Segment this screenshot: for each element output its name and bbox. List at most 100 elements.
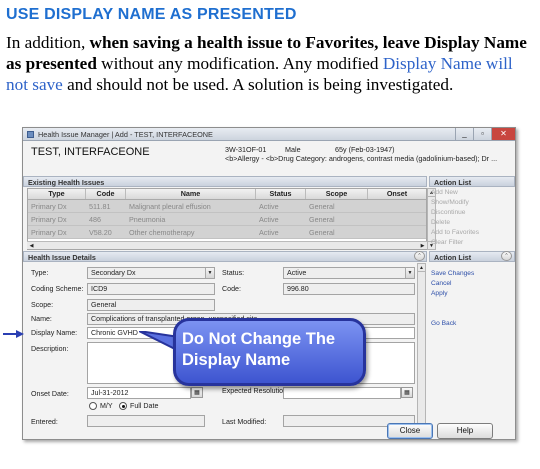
scroll-up-icon[interactable]: ▲ — [418, 264, 425, 272]
action-add-new[interactable]: Add New — [431, 188, 511, 198]
full-date-label: Full Date — [130, 402, 159, 410]
table-row[interactable]: Primary Dx 486 Pneumonia Active General — [28, 213, 426, 226]
description-label: Description: — [31, 345, 69, 353]
cell-status: Active — [259, 215, 279, 224]
coding-scheme-label: Coding Scheme: — [31, 285, 84, 293]
full-date-radio[interactable] — [119, 402, 127, 410]
chevron-down-icon: ▼ — [205, 268, 214, 278]
page-heading: USE DISPLAY NAME AS PRESENTED — [6, 6, 297, 23]
cell-scope: General — [309, 202, 335, 211]
my-radio-label: M/Y — [100, 402, 113, 410]
window-titlebar: Health Issue Manager | Add - TEST, INTER… — [23, 128, 515, 141]
close-window-button[interactable]: ✕ — [491, 128, 515, 140]
cell-name: Malignant pleural effusion — [129, 202, 211, 211]
action-discontinue[interactable]: Discontinue — [431, 208, 511, 218]
cancel-link[interactable]: Cancel — [431, 279, 511, 289]
col-type[interactable]: Type — [28, 189, 86, 199]
my-radio[interactable] — [89, 402, 97, 410]
cell-code: 511.81 — [89, 202, 111, 211]
cell-scope: General — [309, 215, 335, 224]
grid-horizontal-scrollbar[interactable]: ◀ ▶ — [27, 241, 427, 249]
para-text-1: In addition, — [6, 33, 90, 52]
save-changes-link[interactable]: Save Changes — [431, 269, 511, 279]
col-status[interactable]: Status — [256, 189, 306, 199]
cell-scope: General — [309, 228, 335, 237]
collapse-icon[interactable]: ⌃ — [501, 251, 512, 261]
app-icon — [27, 131, 34, 138]
go-back-link[interactable]: Go Back — [431, 319, 511, 329]
arrow-right-icon — [3, 330, 24, 338]
col-code[interactable]: Code — [86, 189, 126, 199]
scope-field: General — [87, 299, 215, 311]
scroll-right-icon[interactable]: ▶ — [418, 242, 427, 250]
allergy-banner: <b>Allergy - <b>Drug Category: androgens… — [225, 154, 498, 163]
action-delete[interactable]: Delete — [431, 218, 511, 228]
cell-type: Primary Dx — [31, 202, 67, 211]
details-header: Health Issue Details — [23, 251, 427, 262]
callout-line-2: Display Name — [182, 351, 291, 369]
details-title: Health Issue Details — [28, 253, 96, 262]
scope-label: Scope: — [31, 301, 54, 309]
expected-resolution-input[interactable] — [283, 387, 401, 399]
para-text-2: without any modification. Any modified — [96, 54, 383, 73]
type-value: Secondary Dx — [91, 269, 136, 277]
patient-name: TEST, INTERFACEONE — [31, 146, 150, 158]
table-row[interactable]: Primary Dx 511.81 Malignant pleural effu… — [28, 200, 426, 213]
table-row[interactable]: Primary Dx V58.20 Other chemotherapy Act… — [28, 226, 426, 239]
display-name-label: Display Name: — [31, 329, 78, 337]
name-label: Name: — [31, 315, 52, 323]
window-title: Health Issue Manager | Add - TEST, INTER… — [38, 130, 213, 139]
col-name[interactable]: Name — [126, 189, 256, 199]
type-select[interactable]: Secondary Dx ▼ — [87, 267, 215, 279]
minimize-button[interactable]: _ — [455, 128, 473, 140]
apply-link[interactable]: Apply — [431, 289, 511, 299]
status-label: Status: — [222, 269, 245, 277]
onset-date-input[interactable]: Jul-31-2012 — [87, 387, 191, 399]
action-show-modify[interactable]: Show/Modify — [431, 198, 511, 208]
coding-scheme-field: ICD9 — [87, 283, 215, 295]
status-select[interactable]: Active ▼ — [283, 267, 415, 279]
callout-text: Do Not Change The Display Name — [182, 329, 358, 371]
code-field: 996.80 — [283, 283, 415, 295]
expected-resolution-label: Expected Resolution: — [222, 387, 290, 395]
details-scrollbar[interactable]: ▲ ▼ — [417, 263, 426, 433]
col-onset[interactable]: Onset — [368, 189, 426, 199]
entered-label: Entered: — [31, 418, 58, 426]
chevron-down-icon: ▼ — [405, 268, 414, 278]
cell-type: Primary Dx — [31, 215, 67, 224]
patient-id: 3W-31OF-01 — [225, 145, 267, 154]
cell-type: Primary Dx — [31, 228, 67, 237]
action-list-top: Add New Show/Modify Discontinue Delete A… — [431, 188, 511, 248]
cell-code: V58.20 — [89, 228, 112, 237]
para-text-3: and should not be used. A solution is be… — [62, 75, 454, 94]
cell-status: Active — [259, 228, 279, 237]
col-scope[interactable]: Scope — [306, 189, 368, 199]
code-label: Code: — [222, 285, 241, 293]
calendar-icon[interactable]: ▦ — [401, 387, 413, 398]
patient-age: 65y (Feb-03-1947) — [335, 145, 395, 154]
action-clear-filter[interactable]: Clear Filter — [431, 238, 511, 248]
close-button[interactable]: Close — [387, 423, 433, 439]
scroll-left-icon[interactable]: ◀ — [27, 242, 36, 250]
collapse-icon[interactable]: ⌃ — [414, 251, 425, 261]
existing-issues-header: Existing Health Issues — [23, 176, 427, 187]
help-button[interactable]: Help — [437, 423, 493, 439]
go-back-area: Go Back — [431, 319, 511, 329]
cell-status: Active — [259, 202, 279, 211]
restore-button[interactable]: ▫ — [473, 128, 491, 140]
patient-sex: Male — [285, 145, 301, 154]
cell-name: Other chemotherapy — [129, 228, 195, 237]
cell-name: Pneumonia — [129, 215, 166, 224]
onset-date-label: Onset Date: — [31, 390, 69, 398]
callout-line-1: Do Not Change The — [182, 330, 336, 348]
action-add-favorites[interactable]: Add to Favorites — [431, 228, 511, 238]
calendar-icon[interactable]: ▦ — [191, 387, 203, 398]
last-modified-label: Last Modified: — [222, 418, 267, 426]
health-issue-manager-window: Health Issue Manager | Add - TEST, INTER… — [22, 127, 516, 440]
entered-field — [87, 415, 205, 427]
action-list-top-header: Action List — [429, 176, 515, 187]
status-value: Active — [287, 269, 307, 277]
type-label: Type: — [31, 269, 49, 277]
instruction-paragraph: In addition, when saving a health issue … — [6, 32, 536, 95]
action-list-bottom: Save Changes Cancel Apply — [431, 269, 511, 299]
